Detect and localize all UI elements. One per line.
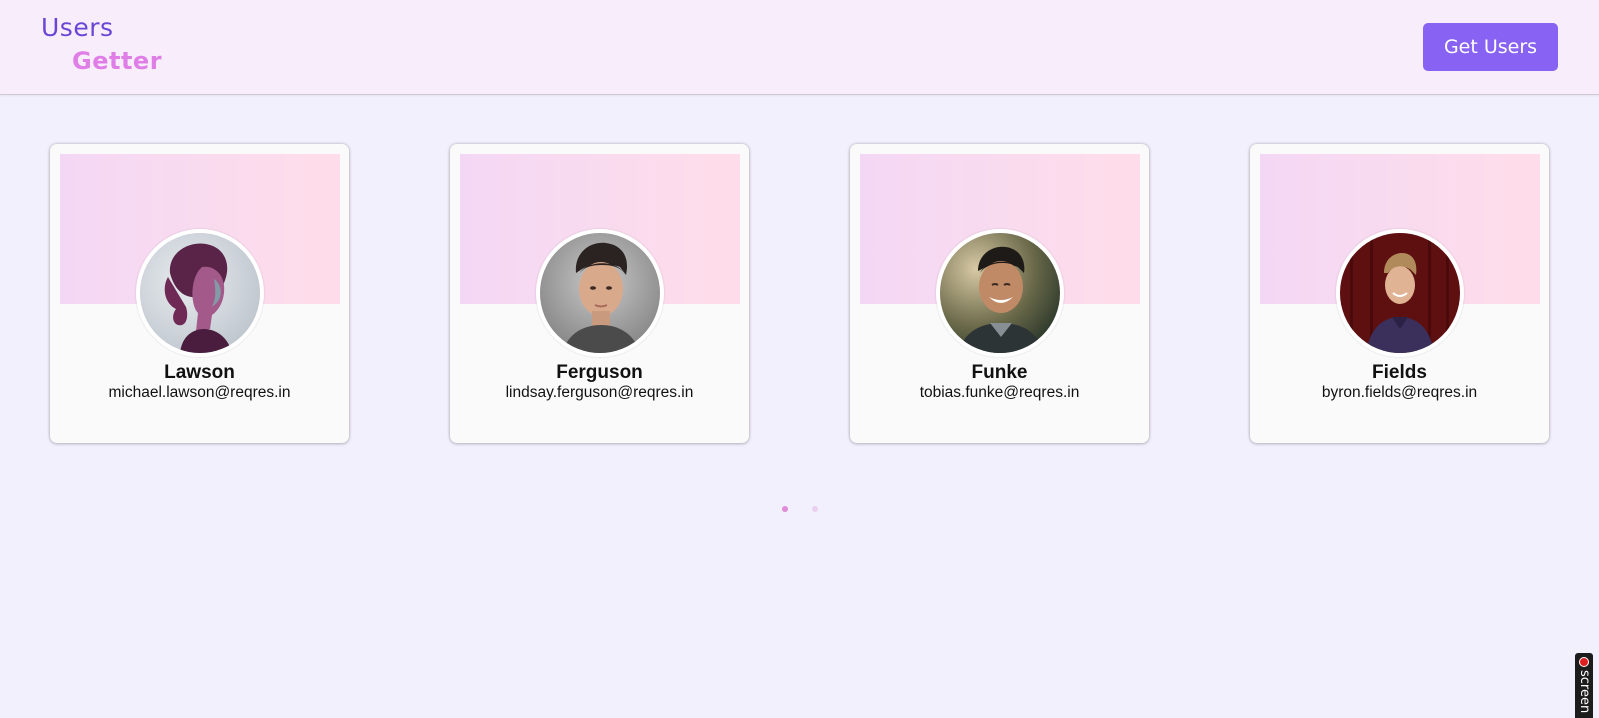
record-icon [1579,657,1589,667]
user-avatar [936,229,1064,357]
user-card: Funke tobias.funke@reqres.in [850,144,1149,443]
user-email: byron.fields@reqres.in [1321,384,1478,401]
avatar-image-fields [1340,233,1460,353]
user-card: Ferguson lindsay.ferguson@reqres.in [450,144,749,443]
pagination-dot-1[interactable] [782,506,788,512]
user-card: Fields byron.fields@reqres.in [1250,144,1549,443]
user-email: lindsay.ferguson@reqres.in [505,384,694,401]
user-cards-row: Lawson michael.lawson@reqres.in Ferguson… [0,0,1599,718]
pagination-dot-2[interactable] [812,506,818,512]
user-avatar [536,229,664,357]
user-email: michael.lawson@reqres.in [108,384,291,401]
user-email: tobias.funke@reqres.in [919,384,1080,401]
avatar-image-funke [940,233,1060,353]
user-avatar [136,229,264,357]
user-name: Lawson [164,362,235,383]
avatar-image-lawson [140,233,260,353]
avatar-image-ferguson [540,233,660,353]
user-card: Lawson michael.lawson@reqres.in [50,144,349,443]
user-name: Ferguson [556,362,643,383]
user-name: Fields [1372,362,1427,383]
user-name: Funke [971,362,1028,383]
screen-recorder-tab[interactable]: screen [1575,653,1593,718]
screen-recorder-label: screen [1577,670,1592,714]
user-avatar [1336,229,1464,357]
